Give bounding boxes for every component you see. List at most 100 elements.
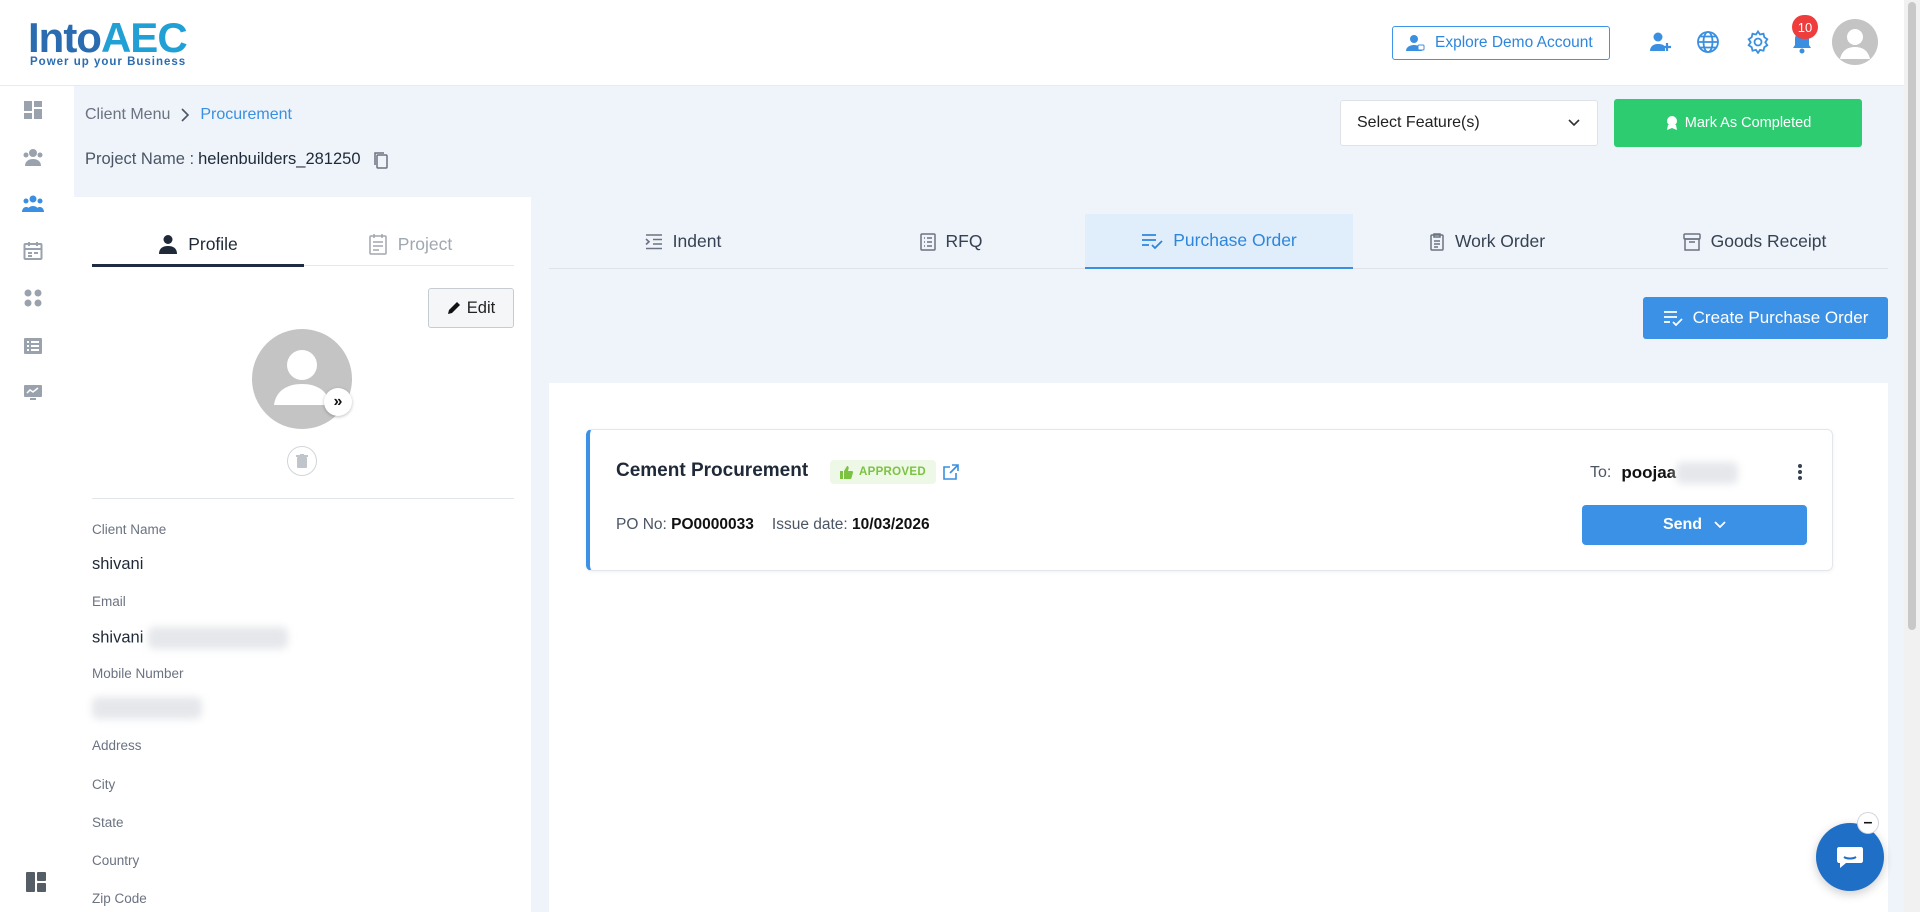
monitor-icon[interactable] [21, 381, 45, 405]
add-user-icon[interactable] [1646, 28, 1674, 56]
chevron-right-icon [181, 108, 190, 122]
send-button[interactable]: Send [1582, 505, 1807, 545]
breadcrumb-client-menu[interactable]: Client Menu [85, 106, 170, 124]
redacted-mobile [92, 697, 202, 719]
gear-icon[interactable] [1744, 28, 1772, 56]
delete-photo-button[interactable] [287, 446, 317, 476]
po-to-name: poojaa [1621, 463, 1677, 482]
tab-purchase-order[interactable]: Purchase Order [1085, 214, 1353, 269]
goods-receipt-icon [1682, 232, 1701, 251]
scrollbar-thumb[interactable] [1908, 2, 1916, 630]
tab-goods-receipt[interactable]: Goods Receipt [1621, 214, 1888, 269]
chevron-down-icon [1568, 119, 1580, 127]
avatar[interactable] [1832, 19, 1878, 65]
person-icon [159, 235, 178, 254]
status-badge-label: APPROVED [859, 466, 926, 478]
chat-icon [1837, 847, 1863, 868]
po-recipient: To: poojaa [1590, 462, 1739, 484]
email-label: Email [92, 594, 126, 609]
select-feature-dropdown[interactable]: Select Feature(s) [1340, 100, 1598, 146]
tab-project[interactable]: Project [304, 223, 516, 265]
calendar-icon[interactable] [21, 239, 45, 263]
po-meta: PO No: PO0000033 Issue date: 10/03/2026 [616, 516, 930, 534]
po-number: PO No: PO0000033 [616, 516, 754, 534]
demo-button-label: Explore Demo Account [1435, 34, 1593, 51]
trash-icon [296, 454, 308, 468]
tab-work-order-label: Work Order [1454, 231, 1546, 251]
purchase-order-icon [1142, 233, 1163, 249]
external-link-icon[interactable] [942, 463, 960, 481]
pencil-icon [447, 302, 460, 314]
po-number-label: PO No: [616, 516, 667, 533]
tab-profile-label: Profile [188, 233, 238, 254]
layout-icon[interactable] [24, 870, 48, 894]
logo-accent-text: AEC [100, 14, 188, 61]
tab-rfq-label: RFQ [945, 231, 983, 251]
clients-icon[interactable] [21, 145, 45, 169]
project-name-value: helenbuilders_281250 [198, 150, 361, 168]
po-issue-date: Issue date: 10/03/2026 [772, 516, 930, 534]
users-group-icon[interactable] [21, 192, 45, 216]
send-label: Send [1662, 516, 1703, 533]
country-label: Country [92, 853, 140, 868]
city-label: City [92, 777, 116, 792]
purchase-order-icon [1663, 311, 1683, 326]
chevron-down-icon [1714, 521, 1726, 529]
tab-project-label: Project [397, 233, 453, 254]
profile-divider [92, 498, 514, 499]
breadcrumb-procurement[interactable]: Procurement [200, 106, 292, 124]
create-purchase-order-button[interactable]: Create Purchase Order [1643, 297, 1888, 339]
double-chevron-right-icon[interactable]: » [324, 388, 352, 416]
client-name-label: Client Name [92, 522, 167, 537]
status-badge: APPROVED [830, 460, 936, 484]
redacted-recipient [1676, 462, 1739, 484]
procurement-tabs: Indent RFQ Purchase Order Work Order Goo… [549, 214, 1888, 269]
po-to-label: To: [1590, 464, 1612, 481]
tab-indent-label: Indent [672, 231, 722, 251]
client-profile-panel: Profile Project Edit » Client Name shiva… [74, 197, 531, 912]
select-feature-value: Select Feature(s) [1357, 114, 1480, 131]
intoaec-logo[interactable]: IntoAEC Power up your Business [28, 10, 198, 72]
more-options-icon[interactable] [1795, 460, 1805, 484]
mark-as-completed-label: Mark As Completed [1684, 115, 1812, 131]
tab-active-indicator [92, 264, 304, 267]
sidebar [0, 86, 74, 912]
tab-rfq[interactable]: RFQ [817, 214, 1085, 269]
create-purchase-order-label: Create Purchase Order [1692, 308, 1869, 327]
client-name-value: shivani [92, 555, 144, 573]
edit-profile-button[interactable]: Edit [428, 288, 514, 328]
modules-icon[interactable] [21, 286, 45, 310]
purchase-order-list: Cement Procurement APPROVED To: poojaa P… [549, 383, 1888, 912]
copy-icon[interactable] [373, 151, 389, 169]
notification-badge: 10 [1792, 15, 1818, 39]
state-label: State [92, 815, 124, 830]
mobile-number-value [92, 697, 202, 719]
indent-icon [645, 233, 662, 249]
tab-work-order[interactable]: Work Order [1353, 214, 1621, 269]
work-order-icon [1430, 232, 1444, 251]
badge-check-icon [1666, 116, 1677, 130]
top-header: IntoAEC Power up your Business Explore D… [0, 0, 1904, 86]
minimize-chat-icon[interactable]: – [1857, 812, 1879, 834]
purchase-order-card[interactable]: Cement Procurement APPROVED To: poojaa P… [586, 429, 1833, 571]
mark-as-completed-button[interactable]: Mark As Completed [1614, 99, 1862, 147]
list-icon[interactable] [21, 334, 45, 358]
explore-demo-account-button[interactable]: Explore Demo Account [1392, 26, 1610, 60]
tab-profile[interactable]: Profile [92, 223, 304, 265]
email-value-text: shivani [92, 628, 144, 647]
tab-indent[interactable]: Indent [549, 214, 817, 269]
rfq-icon [919, 232, 936, 251]
dashboard-icon[interactable] [21, 98, 45, 122]
mobile-number-label: Mobile Number [92, 666, 184, 681]
globe-icon[interactable] [1694, 28, 1722, 56]
logo-text: Into [28, 14, 102, 61]
project-icon [369, 234, 387, 255]
chat-widget-button[interactable] [1816, 823, 1884, 891]
thumbs-up-icon [840, 465, 853, 479]
tab-goods-receipt-label: Goods Receipt [1710, 231, 1827, 251]
zip-code-label: Zip Code [92, 891, 147, 906]
redacted-email [147, 627, 288, 649]
page-scrollbar[interactable] [1904, 0, 1920, 912]
project-name-label: Project Name : [85, 150, 195, 168]
po-title: Cement Procurement [616, 460, 809, 481]
